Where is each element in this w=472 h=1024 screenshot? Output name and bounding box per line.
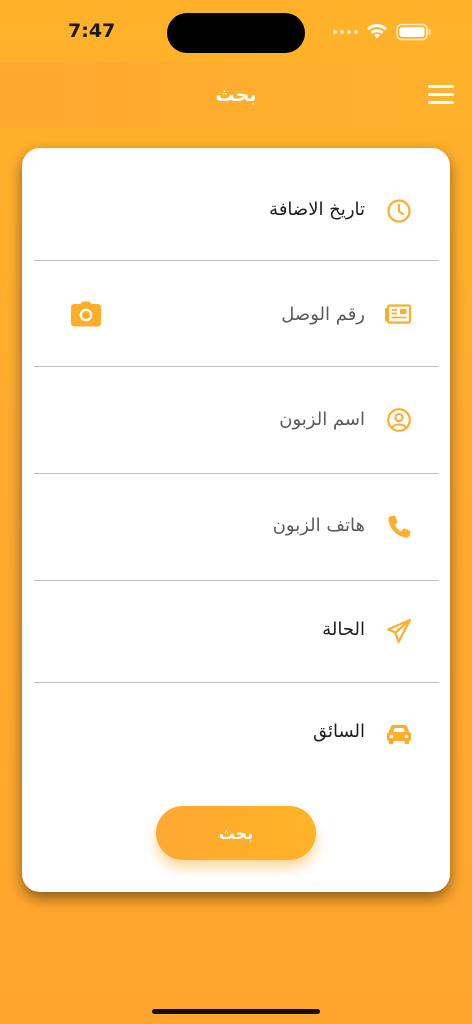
status-field[interactable]: الحالة	[34, 581, 439, 683]
customer-name-label: اسم الزبون	[279, 409, 365, 430]
status-time: 7:47	[68, 20, 116, 42]
app-bar: بحث	[0, 62, 472, 128]
status-label: الحالة	[322, 619, 365, 640]
car-icon	[387, 725, 411, 744]
date-added-field[interactable]: تاريخ الاضافة	[34, 148, 439, 261]
search-form-card: تاريخ الاضافة رقم الوصل اسم الزبون هاتف …	[22, 148, 450, 892]
receipt-number-label: رقم الوصل	[281, 304, 365, 325]
date-added-label: تاريخ الاضافة	[269, 199, 365, 220]
home-indicator	[152, 1009, 320, 1014]
driver-label: السائق	[312, 721, 365, 742]
camera-icon[interactable]	[70, 300, 102, 328]
wifi-icon	[367, 23, 387, 39]
cellular-signal-icon	[333, 30, 358, 34]
user-circle-icon	[387, 408, 411, 432]
page-title: بحث	[215, 84, 257, 106]
customer-name-field[interactable]: اسم الزبون	[34, 367, 439, 474]
driver-field[interactable]: السائق	[34, 683, 439, 785]
customer-phone-label: هاتف الزبون	[272, 515, 365, 536]
status-bar: 7:47	[0, 0, 472, 62]
search-button[interactable]: بحث	[156, 806, 316, 860]
phone-icon	[388, 515, 411, 538]
dynamic-island	[167, 13, 305, 53]
hamburger-menu-icon[interactable]	[428, 85, 454, 105]
paper-plane-icon	[386, 618, 412, 644]
receipt-number-field[interactable]: رقم الوصل	[34, 261, 439, 367]
battery-icon	[396, 23, 431, 41]
clock-icon	[387, 199, 411, 223]
receipt-icon	[385, 304, 412, 324]
customer-phone-field[interactable]: هاتف الزبون	[34, 474, 439, 581]
